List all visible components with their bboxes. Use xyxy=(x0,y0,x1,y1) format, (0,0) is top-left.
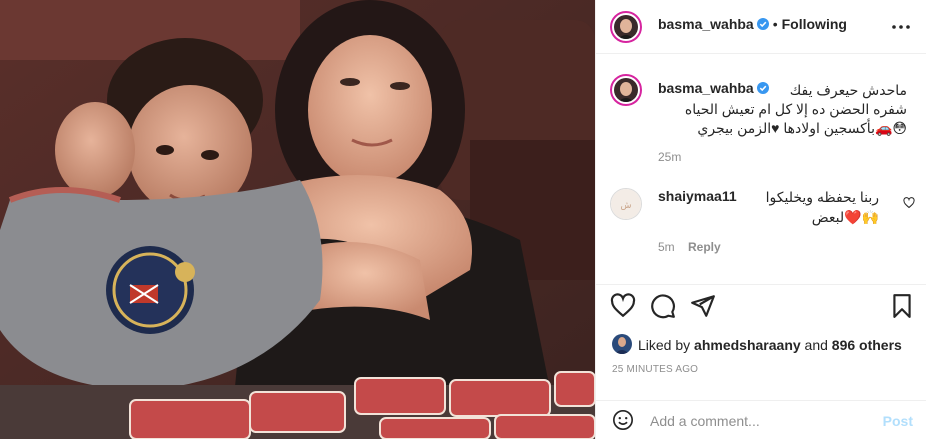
emoji-icon[interactable] xyxy=(612,409,634,431)
avatar-image xyxy=(614,15,638,39)
add-comment-input[interactable]: Add a comment... xyxy=(650,413,760,429)
svg-text:ش: ش xyxy=(621,201,632,211)
comment-composer: Add a comment... Post xyxy=(596,400,926,439)
header-username[interactable]: basma_wahba xyxy=(658,16,754,32)
post-photo[interactable] xyxy=(0,0,595,439)
following-button[interactable]: Following xyxy=(782,16,847,32)
comment-line-2: 🙌❤️لبعض xyxy=(811,209,879,225)
comment: ش shaiymaa11 ربنا يحفظه ويخليكوا 🙌❤️لبعض… xyxy=(596,182,926,262)
verified-badge-icon xyxy=(756,82,769,94)
avatar-image xyxy=(614,78,638,102)
heart-icon[interactable] xyxy=(610,293,636,319)
comment-username[interactable]: shaiymaa11 xyxy=(658,188,737,204)
likes-prefix: Liked by xyxy=(638,337,691,353)
liker-avatar[interactable] xyxy=(612,334,632,354)
likes-connector: and xyxy=(804,337,828,353)
share-icon[interactable] xyxy=(690,293,716,319)
more-options-icon[interactable] xyxy=(891,18,911,36)
caption-author-avatar[interactable] xyxy=(610,74,642,106)
caption-line-1: ماحدش حيعرف يفك xyxy=(789,82,907,98)
comment-icon[interactable] xyxy=(650,293,676,319)
verified-badge-icon xyxy=(756,18,769,30)
likes-summary: Liked by ahmedsharaany and 896 others xyxy=(612,334,912,354)
header-separator: • xyxy=(772,16,778,32)
likes-text: Liked by ahmedsharaany and 896 others xyxy=(638,337,902,353)
comment-age: 5m xyxy=(658,240,675,254)
likes-others[interactable]: 896 others xyxy=(832,337,902,353)
comment-line-1: ربنا يحفظه ويخليكوا xyxy=(765,189,879,205)
caption-age: 25m xyxy=(658,150,682,164)
liker-avatar-image xyxy=(612,334,632,354)
comment-user-row: shaiymaa11 xyxy=(658,188,737,206)
bookmark-icon[interactable] xyxy=(889,293,915,319)
photo-illustration xyxy=(0,0,595,439)
post-side-panel: basma_wahba • Following basma_wahba ماحدش … xyxy=(595,0,926,439)
comment-like-heart-icon[interactable] xyxy=(903,197,915,209)
author-avatar[interactable] xyxy=(610,11,642,43)
liked-by-user[interactable]: ahmedsharaany xyxy=(694,337,801,353)
action-bar xyxy=(596,284,926,325)
post-timestamp[interactable]: 25 MINUTES AGO xyxy=(612,364,698,375)
commenter-avatar[interactable]: ش xyxy=(610,188,642,220)
header-user-row: basma_wahba • Following xyxy=(658,16,847,32)
post-comment-button[interactable]: Post xyxy=(883,413,913,429)
post-header: basma_wahba • Following xyxy=(596,0,926,54)
reply-button[interactable]: Reply xyxy=(688,240,721,254)
caption-user-row: basma_wahba xyxy=(658,80,769,98)
caption-line-3: 😳🚗بأكسجين اولادها ♥الزمن بيجري xyxy=(697,120,907,136)
comment-meta: 5m Reply xyxy=(658,240,721,254)
caption-username[interactable]: basma_wahba xyxy=(658,80,754,96)
caption-line-2: شفره الحضن ده إلا كل ام تعيش الحياه xyxy=(684,101,907,117)
commenter-avatar-image: ش xyxy=(611,189,641,219)
